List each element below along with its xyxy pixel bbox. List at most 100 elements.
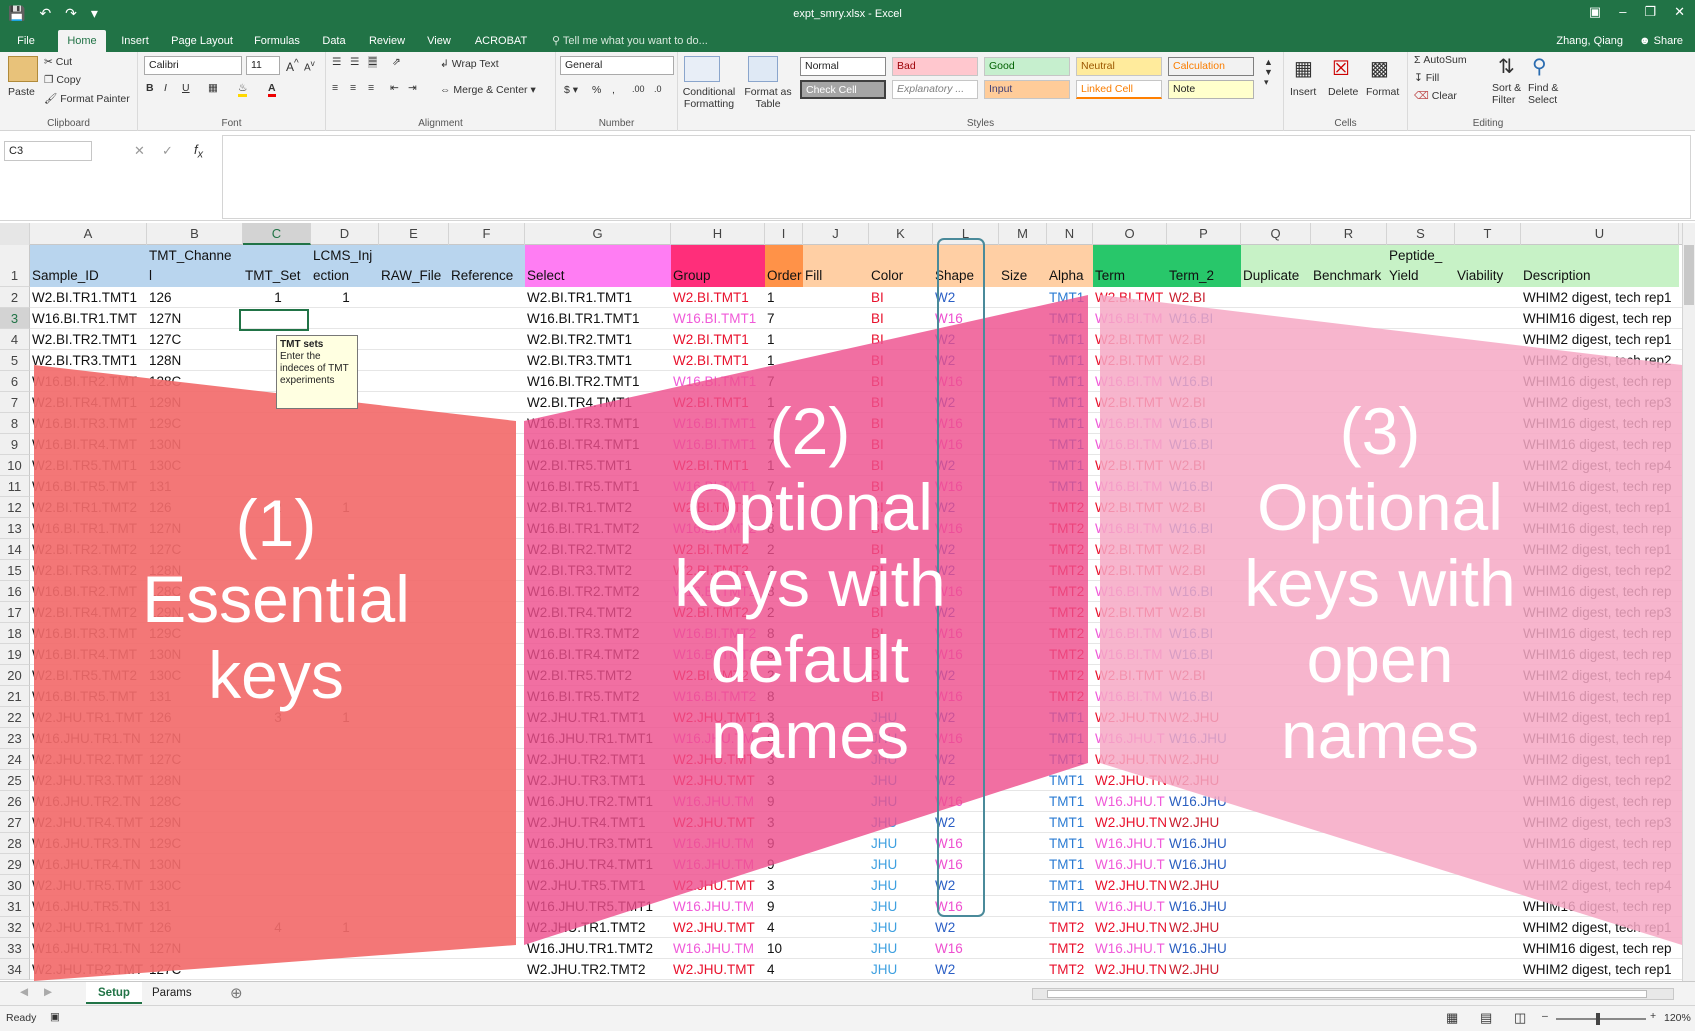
header-cell-m[interactable]: Size <box>999 245 1047 287</box>
delete-cells-icon[interactable]: ☒ <box>1332 56 1350 81</box>
cell-k[interactable]: JHU <box>869 896 933 917</box>
zoom-out-icon[interactable]: – <box>1542 1010 1548 1022</box>
cell-i[interactable]: 1 <box>765 350 803 371</box>
cell-g[interactable]: W16.JHU.TR2.TMT1 <box>525 791 671 812</box>
cell-h[interactable]: W2.JHU.TMT <box>671 770 765 791</box>
cell-u[interactable]: WHIM16 digest, tech rep <box>1521 371 1679 392</box>
cell-b[interactable]: 130N <box>147 434 243 455</box>
cell-a[interactable]: W2.JHU.TR2.TMT <box>30 749 147 770</box>
cell-n[interactable]: TMT1 <box>1047 371 1093 392</box>
clear-button[interactable]: ⌫ Clear <box>1414 90 1457 102</box>
cut-button[interactable]: ✂ Cut <box>44 56 72 68</box>
header-cell-g[interactable]: Select <box>525 245 671 287</box>
cell-o[interactable]: W16.JHU.T <box>1093 791 1167 812</box>
column-header-m[interactable]: M <box>999 223 1047 245</box>
cell-a[interactable]: W16.BI.TR4.TMT <box>30 434 147 455</box>
row-header[interactable]: 27 <box>0 812 30 833</box>
cell-a[interactable]: W2.BI.TR2.TMT1 <box>30 329 147 350</box>
paste-button[interactable]: Paste <box>8 86 35 98</box>
column-header-j[interactable]: J <box>803 223 869 245</box>
font-color-icon[interactable]: A <box>268 82 276 97</box>
cell-l[interactable]: W16 <box>933 938 999 959</box>
cell-g[interactable]: W2.JHU.TR4.TMT1 <box>525 812 671 833</box>
header-cell-b[interactable]: TMT_Channe l <box>147 245 243 287</box>
normal-view-icon[interactable]: ▦ <box>1446 1010 1458 1026</box>
cell-g[interactable]: W2.JHU.TR3.TMT1 <box>525 770 671 791</box>
row-header[interactable]: 3 <box>0 308 30 329</box>
cell-n[interactable]: TMT1 <box>1047 812 1093 833</box>
new-sheet-icon[interactable]: ⊕ <box>230 984 243 1002</box>
header-cell-e[interactable]: RAW_File <box>379 245 449 287</box>
cell-o[interactable]: W2.BI.TMT <box>1093 329 1167 350</box>
cell-a[interactable]: W16.JHU.TR5.TN <box>30 896 147 917</box>
column-header-o[interactable]: O <box>1093 223 1167 245</box>
cell-n[interactable]: TMT1 <box>1047 875 1093 896</box>
style-bad[interactable]: Bad <box>892 57 978 76</box>
cell-h[interactable]: W16.JHU.TM <box>671 791 765 812</box>
column-header-g[interactable]: G <box>525 223 671 245</box>
conditional-formatting-button[interactable]: Conditional Formatting <box>680 86 738 110</box>
row-header[interactable]: 8 <box>0 413 30 434</box>
cell-i[interactable]: 9 <box>765 854 803 875</box>
autosum-button[interactable]: Σ AutoSum <box>1414 54 1467 66</box>
cell-n[interactable]: TMT1 <box>1047 833 1093 854</box>
row-header[interactable]: 24 <box>0 749 30 770</box>
cell-u[interactable]: WHIM16 digest, tech rep <box>1521 833 1679 854</box>
cell-i[interactable]: 1 <box>765 287 803 308</box>
cell-k[interactable]: BI <box>869 329 933 350</box>
row-header[interactable]: 18 <box>0 623 30 644</box>
cell-k[interactable]: JHU <box>869 938 933 959</box>
zoom-slider[interactable] <box>1556 1013 1646 1025</box>
page-layout-view-icon[interactable]: ▤ <box>1480 1010 1492 1026</box>
cell-g[interactable]: W16.JHU.TR1.TMT2 <box>525 938 671 959</box>
header-cell-a[interactable]: Sample_ID <box>30 245 147 287</box>
cell-h[interactable]: W2.JHU.TMT <box>671 875 765 896</box>
cell-k[interactable]: JHU <box>869 833 933 854</box>
cell-p[interactable]: W2.JHU <box>1167 812 1241 833</box>
cell-a[interactable]: W16.BI.TR2.TMT <box>30 371 147 392</box>
format-cells-button[interactable]: Format <box>1366 86 1399 98</box>
cell-a[interactable]: W16.JHU.TR2.TN <box>30 791 147 812</box>
cell-i[interactable]: 10 <box>765 938 803 959</box>
cell-a[interactable]: W2.JHU.TR3.TMT <box>30 770 147 791</box>
column-header-k[interactable]: K <box>869 223 933 245</box>
row-header[interactable]: 11 <box>0 476 30 497</box>
cell-a[interactable]: W2.BI.TR4.TMT1 <box>30 392 147 413</box>
enter-icon[interactable]: ✓ <box>162 143 173 159</box>
paste-icon[interactable] <box>8 56 38 82</box>
cell-o[interactable]: W16.JHU.T <box>1093 896 1167 917</box>
column-header-d[interactable]: D <box>311 223 379 245</box>
tab-view[interactable]: View <box>418 30 460 52</box>
cell-b[interactable]: 127C <box>147 329 243 350</box>
cell-l[interactable]: W2 <box>933 812 999 833</box>
cell-b[interactable]: 130C <box>147 875 243 896</box>
tab-insert[interactable]: Insert <box>112 30 158 52</box>
cell-k[interactable]: JHU <box>869 770 933 791</box>
cell-p[interactable]: W2.JHU <box>1167 959 1241 980</box>
cell-n[interactable]: TMT1 <box>1047 287 1093 308</box>
cell-u[interactable]: WHIM2 digest, tech rep2 <box>1521 350 1679 371</box>
decrease-indent-icon[interactable]: ⇤ <box>390 82 399 94</box>
row-header[interactable]: 7 <box>0 392 30 413</box>
cell-u[interactable]: WHIM2 digest, tech rep2 <box>1521 770 1679 791</box>
cell-k[interactable]: JHU <box>869 854 933 875</box>
cell-o[interactable]: W16.JHU.T <box>1093 833 1167 854</box>
column-header-l[interactable]: L <box>933 223 999 245</box>
cell-l[interactable]: W2 <box>933 875 999 896</box>
cell-o[interactable]: W2.JHU.TN <box>1093 959 1167 980</box>
cell-c[interactable]: 4 <box>243 917 311 938</box>
row-header[interactable]: 32 <box>0 917 30 938</box>
cancel-icon[interactable]: ✕ <box>134 143 145 159</box>
cell-b[interactable]: 130N <box>147 854 243 875</box>
cell-u[interactable]: WHIM2 digest, tech rep3 <box>1521 812 1679 833</box>
header-cell-o[interactable]: Term <box>1093 245 1167 287</box>
cell-o[interactable]: W16.BI.TM <box>1093 371 1167 392</box>
tab-page-layout[interactable]: Page Layout <box>164 30 240 52</box>
header-cell-d[interactable]: LCMS_Inj ection <box>311 245 379 287</box>
percent-icon[interactable]: % <box>592 84 601 96</box>
cell-h[interactable]: W16.BI.TMT1 <box>671 371 765 392</box>
select-all-corner[interactable] <box>0 223 30 245</box>
row-header[interactable]: 13 <box>0 518 30 539</box>
column-header-h[interactable]: H <box>671 223 765 245</box>
delete-cells-button[interactable]: Delete <box>1328 86 1358 98</box>
